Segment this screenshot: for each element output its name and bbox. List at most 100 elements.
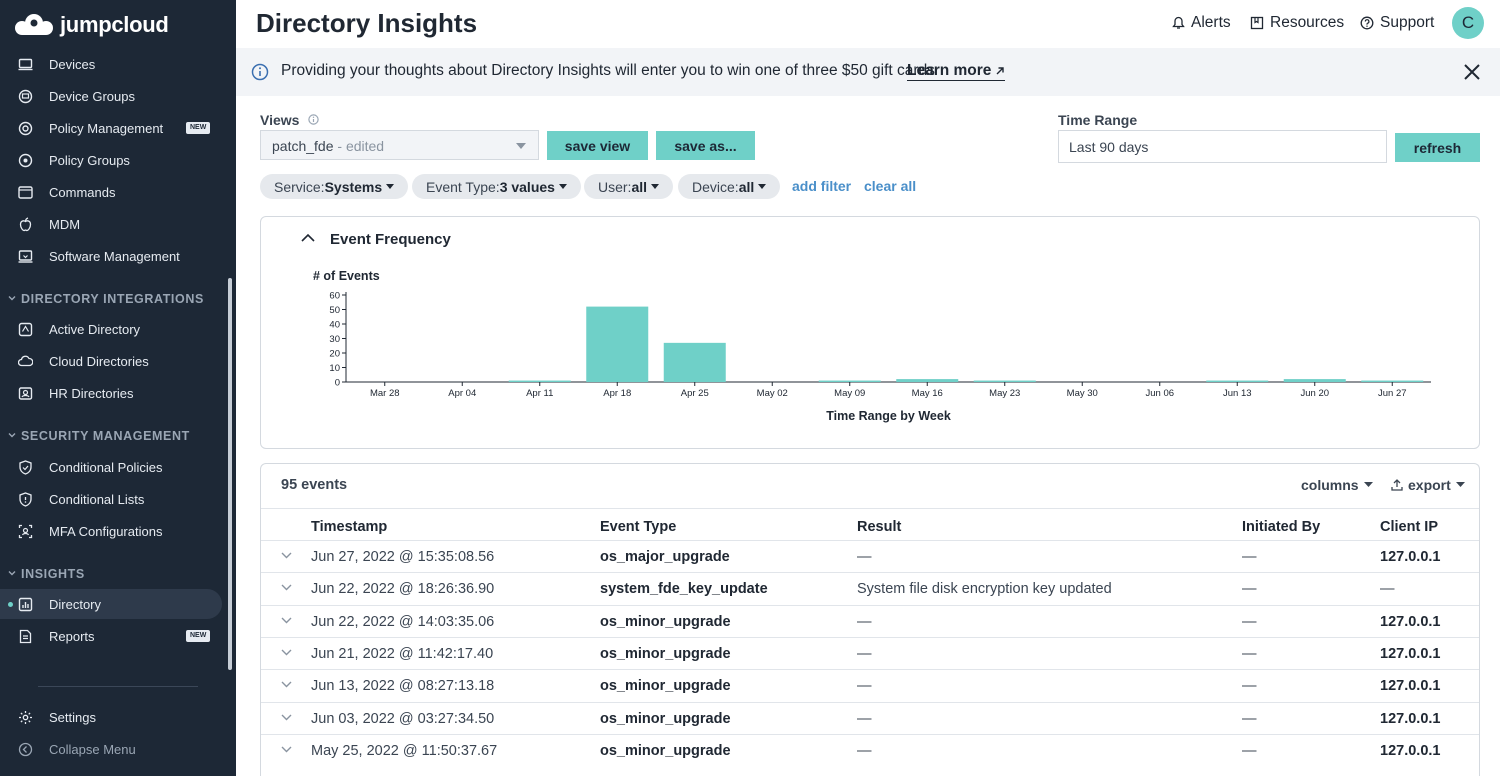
sidebar-item-mfa-configurations[interactable]: MFA Configurations <box>0 516 222 546</box>
x-tick-label: May 16 <box>912 388 943 399</box>
add-filter-link[interactable]: add filter <box>792 178 851 194</box>
cell-event-type: os_minor_upgrade <box>600 613 731 630</box>
event-frequency-panel: Event Frequency # of Events 0 10 20 30 40 50 60… <box>260 216 1480 449</box>
section-title: INSIGHTS <box>21 567 85 581</box>
cell-client-ip: 127.0.0.1 <box>1380 710 1441 727</box>
alerts-link[interactable]: Alerts <box>1172 14 1231 32</box>
table-row[interactable]: Jun 27, 2022 @ 15:35:08.56 os_major_upgra… <box>261 540 1479 572</box>
filter-service[interactable]: Service: Systems <box>260 174 409 199</box>
bar-jun-20 <box>1283 379 1346 382</box>
resources-link[interactable]: Resources <box>1250 14 1344 32</box>
active-indicator <box>8 602 13 607</box>
y-axis-title: # of Events <box>313 269 380 283</box>
table-row[interactable]: Jun 13, 2022 @ 08:27:13.18 os_minor_upgra… <box>261 669 1479 701</box>
learn-more-label: Learn more <box>907 62 992 79</box>
chevron-up-icon[interactable] <box>301 233 315 243</box>
sidebar-scrollbar[interactable] <box>228 278 232 670</box>
cell-event-type: os_minor_upgrade <box>600 742 731 759</box>
cell-event-type: os_minor_upgrade <box>600 645 731 662</box>
cell-result: — <box>857 549 872 565</box>
section-directory-integrations[interactable]: DIRECTORY INTEGRATIONS <box>0 289 222 309</box>
sidebar-item-label: Conditional Lists <box>49 491 145 507</box>
sidebar-item-policy-groups[interactable]: Policy Groups <box>0 145 222 175</box>
expand-chevron-icon[interactable] <box>281 552 292 559</box>
sidebar: jumpcloud Devices Device Groups Policy M… <box>0 0 236 776</box>
user-avatar[interactable]: C <box>1452 7 1484 39</box>
save-as-button[interactable]: save as... <box>656 131 755 160</box>
filter-device[interactable]: Device: all <box>678 174 781 199</box>
support-link[interactable]: Support <box>1360 14 1434 32</box>
x-tick-label: Mar 28 <box>370 388 400 399</box>
table-row[interactable]: Jun 21, 2022 @ 11:42:17.40 os_minor_upgra… <box>261 636 1479 669</box>
expand-chevron-icon[interactable] <box>281 681 292 688</box>
save-view-button[interactable]: save view <box>547 131 648 160</box>
expand-chevron-icon[interactable] <box>281 714 292 721</box>
clear-all-link[interactable]: clear all <box>864 178 916 194</box>
cell-timestamp: Jun 13, 2022 @ 08:27:13.18 <box>311 678 495 695</box>
x-tick-label: May 30 <box>1067 388 1098 399</box>
sidebar-item-conditional-policies[interactable]: Conditional Policies <box>0 452 222 482</box>
sidebar-item-active-directory[interactable]: Active Directory <box>0 314 222 344</box>
policy-groups-icon <box>18 153 33 168</box>
sidebar-item-reports[interactable]: Reports NEW <box>0 621 222 651</box>
table-row[interactable]: May 25, 2022 @ 11:50:37.67 os_minor_upgra… <box>261 733 1479 766</box>
export-dropdown[interactable]: export <box>1391 477 1465 493</box>
sidebar-item-hr-directories[interactable]: HR Directories <box>0 378 222 408</box>
cell-client-ip: 127.0.0.1 <box>1380 678 1441 695</box>
sidebar-item-label: Active Directory <box>49 321 141 337</box>
expand-chevron-icon[interactable] <box>281 584 292 591</box>
expand-chevron-icon[interactable] <box>281 746 292 753</box>
sidebar-item-label: Reports <box>49 628 95 644</box>
table-row[interactable]: Jun 03, 2022 @ 03:27:34.50 os_minor_upgra… <box>261 701 1479 734</box>
cell-initiated-by: — <box>1242 678 1257 695</box>
cell-initiated-by: — <box>1242 549 1257 565</box>
col-timestamp[interactable]: Timestamp <box>311 519 387 535</box>
sidebar-item-directory[interactable]: Directory <box>0 589 222 619</box>
refresh-button[interactable]: refresh <box>1395 133 1480 162</box>
bar-may-23 <box>973 380 1036 382</box>
close-icon[interactable] <box>1462 62 1482 82</box>
col-initiated-by[interactable]: Initiated By <box>1242 519 1320 535</box>
sidebar-item-cloud-directories[interactable]: Cloud Directories <box>0 346 222 376</box>
section-insights[interactable]: INSIGHTS <box>0 564 222 584</box>
x-tick-label: Jun 13 <box>1223 388 1252 399</box>
top-header: Directory Insights Alerts Resources Supp… <box>236 0 1500 48</box>
sidebar-item-conditional-lists[interactable]: Conditional Lists <box>0 484 222 514</box>
sidebar-item-label: Cloud Directories <box>49 353 149 369</box>
sidebar-item-settings[interactable]: Settings <box>0 702 222 732</box>
cell-client-ip: 127.0.0.1 <box>1380 613 1441 630</box>
cell-initiated-by: — <box>1242 613 1257 630</box>
sidebar-item-mdm[interactable]: MDM <box>0 209 222 239</box>
col-client-ip[interactable]: Client IP <box>1380 519 1438 535</box>
info-small-icon[interactable] <box>308 114 319 125</box>
support-label: Support <box>1380 14 1435 31</box>
filter-user[interactable]: User: all <box>584 174 674 199</box>
learn-more-link[interactable]: Learn more <box>907 62 1006 81</box>
table-row[interactable]: Jun 22, 2022 @ 14:03:35.06 os_minor_upgra… <box>261 604 1479 637</box>
columns-dropdown[interactable]: columns <box>1301 477 1373 493</box>
sidebar-item-collapse-menu[interactable]: Collapse Menu <box>0 734 222 764</box>
x-tick-label: May 09 <box>834 388 865 399</box>
apple-icon <box>19 217 32 232</box>
section-security-management[interactable]: SECURITY MANAGEMENT <box>0 426 222 446</box>
sidebar-item-commands[interactable]: Commands <box>0 177 222 207</box>
jumpcloud-logo[interactable]: jumpcloud <box>12 10 169 40</box>
views-select[interactable]: patch_fde - edited <box>260 130 539 160</box>
x-tick-label: Apr 25 <box>681 388 709 399</box>
col-result[interactable]: Result <box>857 519 901 535</box>
time-range-input[interactable]: Last 90 days <box>1058 130 1387 163</box>
col-event-type[interactable]: Event Type <box>600 519 676 535</box>
software-management-icon <box>18 250 33 263</box>
sidebar-item-device-groups[interactable]: Device Groups <box>0 81 222 111</box>
table-row[interactable]: Jun 22, 2022 @ 18:26:36.90 system_fde_key… <box>261 572 1479 604</box>
filter-event-type[interactable]: Event Type: 3 values <box>412 174 581 199</box>
help-icon <box>1360 16 1374 30</box>
time-range-label: Time Range <box>1058 112 1138 128</box>
expand-chevron-icon[interactable] <box>281 649 292 656</box>
sidebar-item-software-management[interactable]: Software Management <box>0 241 222 271</box>
views-label: Views <box>260 112 300 128</box>
expand-chevron-icon[interactable] <box>281 617 292 624</box>
sidebar-item-policy-management[interactable]: Policy Management NEW <box>0 113 222 143</box>
upload-icon <box>1391 479 1403 491</box>
sidebar-item-devices[interactable]: Devices <box>0 49 222 79</box>
